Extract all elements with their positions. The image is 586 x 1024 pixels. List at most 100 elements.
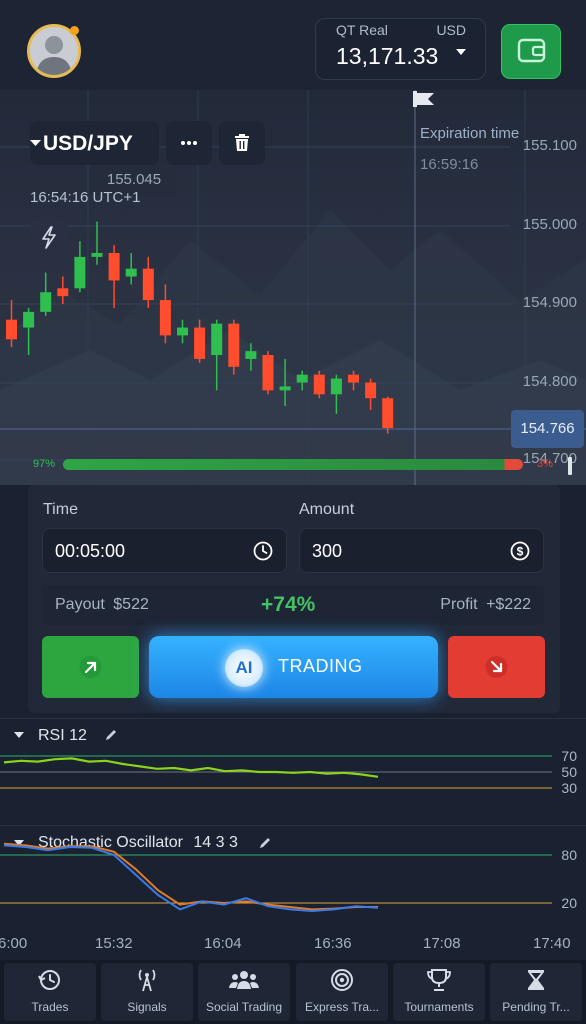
price-chart[interactable]: USD/JPY 155.045 16:54:16 UTC+1 Expiratio… [0, 90, 586, 485]
nav-label: Social Trading [205, 1000, 283, 1014]
stochastic-chart [0, 842, 552, 913]
stochastic-d-line [3, 842, 378, 911]
time-axis: 6:00 15:32 16:04 16:36 17:08 17:40 [0, 930, 586, 960]
profit-text: Profit +$222 [440, 596, 531, 614]
profit-label: Profit [440, 596, 478, 613]
hourglass-icon [528, 970, 544, 990]
trader-sentiment-bar: 97% 3% [0, 455, 586, 475]
account-currency: USD [436, 22, 466, 38]
amount-value: 300 [312, 541, 343, 561]
time-axis-label: 6:00 [0, 935, 28, 952]
svg-text:$: $ [517, 545, 524, 559]
nav-pending-trades[interactable]: Pending Tr... [490, 963, 582, 1021]
rsi-chart [0, 755, 552, 789]
crosshair-time-label: 16:54:16 UTC+1 [30, 189, 141, 206]
delete-drawings-button[interactable] [219, 121, 265, 165]
time-axis-label: 17:08 [423, 935, 461, 952]
sell-down-button[interactable] [448, 636, 545, 698]
account-type: QT Real [336, 22, 388, 38]
price-axis-label: 154.800 [522, 373, 577, 390]
candle [108, 245, 120, 308]
arrow-down-right-icon [485, 656, 508, 678]
amount-input[interactable]: 300 $ [299, 528, 544, 573]
time-axis-label: 16:36 [314, 935, 352, 952]
rsi-level-label: 30 [561, 780, 577, 796]
candle [382, 396, 394, 434]
time-label: Time [43, 501, 78, 518]
trash-icon [235, 134, 249, 151]
expiration-label: Expiration time [420, 125, 520, 142]
sentiment-up-percent: 97% [33, 458, 56, 470]
payout-value: $522 [113, 596, 149, 613]
nav-label: Tournaments [404, 1000, 474, 1014]
expiration-flag-icon [413, 91, 434, 107]
payout-label: Payout [55, 596, 105, 613]
sentiment-down-percent: 3% [537, 458, 553, 470]
chevron-down-icon[interactable] [455, 48, 467, 56]
quick-trade-button[interactable] [30, 218, 68, 256]
payout-summary: Payout $522 +74% Profit +$222 [42, 585, 544, 625]
rsi-line [3, 757, 379, 778]
rsi-level-label: 50 [561, 764, 577, 780]
stochastic-panel: Stochastic Oscillator 14 3 3 80 20 [0, 825, 586, 930]
amount-label: Amount [299, 501, 355, 518]
nav-signals[interactable]: Signals [101, 963, 193, 1021]
candle [228, 319, 240, 375]
nav-trades[interactable]: Trades [4, 963, 96, 1021]
target-icon [331, 969, 353, 991]
sentiment-divider [568, 457, 572, 475]
buy-up-button[interactable] [42, 636, 139, 698]
trophy-icon [427, 969, 451, 991]
price-axis-label: 155.100 [522, 137, 577, 154]
expiration-time: 16:59:16 [420, 156, 479, 173]
notification-dot [70, 26, 79, 35]
sentiment-track [63, 457, 572, 475]
nav-label: Express Tra... [304, 1000, 380, 1014]
ai-trading-label: TRADING [278, 656, 363, 676]
candle [91, 221, 103, 265]
nav-label: Signals [127, 1000, 167, 1014]
trade-panel: Time Amount 00:05:00 300 $ Payout $522 +… [28, 485, 560, 713]
balance-amount: 13,171.33 [336, 43, 439, 69]
wallet-icon [517, 38, 546, 63]
user-silhouette-icon [30, 27, 78, 75]
time-axis-label: 17:40 [533, 935, 571, 952]
wallet-button[interactable] [501, 24, 561, 79]
time-input[interactable]: 00:05:00 [42, 528, 287, 573]
clock-icon[interactable] [252, 540, 274, 562]
arrow-up-right-icon [79, 656, 102, 678]
more-options-button[interactable] [166, 121, 212, 165]
asset-selector[interactable]: USD/JPY [30, 121, 159, 165]
nav-label: Pending Tr... [502, 1000, 570, 1014]
stochastic-level-label: 20 [561, 895, 577, 911]
candle [262, 351, 274, 395]
profit-value: +$222 [486, 596, 531, 613]
nav-social-trading[interactable]: Social Trading [198, 963, 290, 1021]
rsi-panel: RSI 12 70 50 30 [0, 718, 586, 824]
dollar-icon[interactable]: $ [509, 540, 531, 562]
price-axis-label: 154.900 [522, 294, 577, 311]
lightning-icon [42, 226, 56, 249]
history-icon [38, 970, 60, 990]
time-axis-label: 16:04 [204, 935, 242, 952]
more-dots-icon [181, 141, 197, 145]
nav-tournaments[interactable]: Tournaments [393, 963, 485, 1021]
rsi-level-label: 70 [561, 748, 577, 764]
asset-pair: USD/JPY [43, 132, 133, 155]
nav-express-trading[interactable]: Express Tra... [296, 963, 388, 1021]
ai-badge: AI [225, 649, 263, 687]
candle [74, 241, 86, 293]
signal-tower-icon [138, 969, 156, 992]
time-axis-label: 15:32 [95, 935, 133, 952]
bottom-navigation: Trades Signals Social Trading Express Tr… [0, 960, 586, 1024]
candle [313, 370, 325, 399]
time-value: 00:05:00 [55, 541, 126, 561]
top-bar: QT Real USD 13,171.33 [0, 0, 586, 90]
ai-trading-button[interactable]: AI TRADING [149, 636, 438, 698]
stochastic-level-label: 80 [561, 847, 577, 863]
candle [125, 252, 137, 285]
nav-label: Trades [31, 1000, 69, 1014]
payout-text: Payout $522 [55, 596, 149, 614]
payout-percent: +74% [261, 593, 316, 616]
users-icon [229, 971, 259, 989]
